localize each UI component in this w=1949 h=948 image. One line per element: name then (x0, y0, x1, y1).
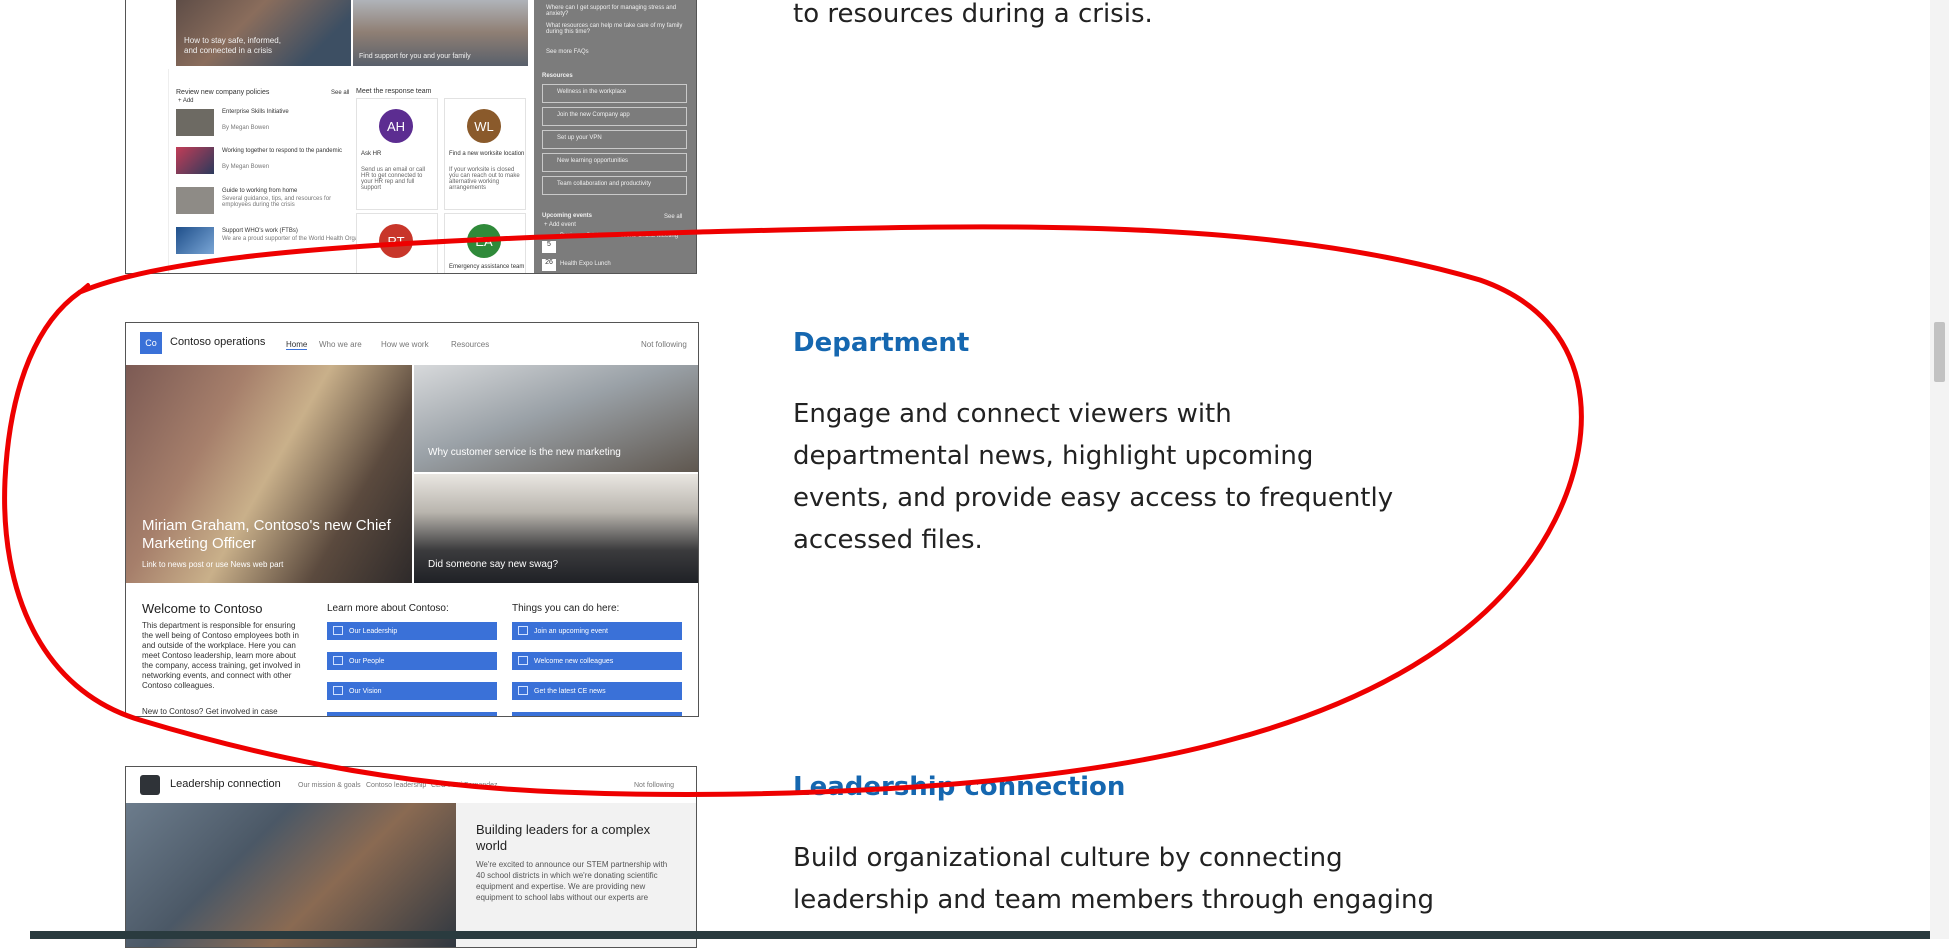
avatar: AH (379, 109, 413, 143)
nav-leadership[interactable]: Contoso leadership (366, 782, 426, 789)
news-meta: By Megan Bowen (222, 125, 270, 131)
team-card-title: Find a new worksite location (449, 151, 525, 157)
follow-toggle[interactable]: Not following (641, 340, 687, 349)
sidebar-faq[interactable]: Where can I get support for managing str… (546, 5, 686, 17)
hero-main-sub: Link to news post or use News web part (142, 560, 284, 569)
welcome-more: New to Contoso? Get involved in case (142, 707, 278, 716)
hero-main-caption-2: Marketing Officer (142, 535, 256, 552)
scrollbar-thumb[interactable] (1934, 322, 1945, 382)
news-thumb (176, 187, 214, 214)
news-meta: By Megan Bowen (222, 164, 270, 170)
sidebar-faq[interactable]: What resources can help me take care of … (546, 23, 686, 35)
welcome-text: This department is responsible for ensur… (142, 621, 301, 690)
crisis-template-thumbnail[interactable]: How to stay safe, informed, and connecte… (125, 0, 697, 274)
news-thumb (176, 227, 214, 254)
learn-heading: Learn more about Contoso: (327, 603, 449, 614)
hero-left-caption: How to stay safe, informed, and connecte… (184, 36, 281, 55)
join-event-button[interactable]: Join an upcoming event (512, 622, 682, 640)
news-thumb (176, 147, 214, 174)
nav-ceo[interactable]: CEO Patti Fernandez (431, 782, 498, 789)
leadership-feature-text: We're excited to announce our STEM partn… (476, 860, 668, 902)
news-title[interactable]: Enterprise Skills Initiative (222, 109, 289, 115)
department-description: Engage and connect viewers with departme… (793, 399, 1394, 555)
team-card-text: Send us an email or call HR to get conne… (361, 167, 426, 191)
page-scrollbar[interactable] (1930, 0, 1949, 939)
site-name: Contoso operations (170, 336, 266, 348)
resource-link[interactable]: Wellness in the workplace (542, 84, 687, 103)
nav-home[interactable]: Home (286, 340, 308, 350)
news-title[interactable]: Support WHO's work (FTBs) (222, 228, 298, 234)
event-date: 26 (542, 259, 556, 271)
hero-main-caption: Miriam Graham, Contoso's new Chief (142, 517, 391, 534)
policies-heading: Review new company policies (176, 89, 270, 96)
hero-top-right-caption: Why customer service is the new marketin… (428, 447, 621, 458)
latest-news-button[interactable]: Get the latest CE news (512, 682, 682, 700)
leadership-description-line1: Build organizational culture by connecti… (793, 843, 1343, 873)
team-card-text: If your worksite is closed you can reach… (449, 167, 520, 191)
resource-link[interactable]: New learning opportunities (542, 153, 687, 172)
hero-right-caption: Find support for you and your family (359, 53, 471, 60)
team-card-title: Ask HR (361, 151, 382, 157)
resources-heading: Resources (542, 73, 573, 79)
news-title[interactable]: Working together to respond to the pande… (222, 148, 342, 154)
our-people-button[interactable]: Our People (327, 652, 497, 670)
nav-resources[interactable]: Resources (451, 340, 489, 349)
site-logo: Co (140, 332, 162, 354)
nav-how-we-work[interactable]: How we work (381, 340, 429, 349)
news-title[interactable]: Guide to working from home (222, 188, 297, 194)
sidebar-see-more[interactable]: See more FAQs (546, 49, 589, 55)
policies-add[interactable]: + Add (178, 98, 194, 104)
team-card-hr[interactable]: AH Ask HR Send us an email or call HR to… (356, 98, 438, 210)
taskbar-edge (30, 931, 1930, 939)
team-heading: Meet the response team (356, 88, 432, 95)
resource-link[interactable]: Set up your VPN (542, 130, 687, 149)
policies-see-all[interactable]: See all (331, 90, 349, 96)
our-vision-button[interactable]: Our Vision (327, 682, 497, 700)
team-card-ea[interactable]: EA Emergency assistance team (444, 213, 526, 273)
department-template-thumbnail[interactable]: Co Contoso operations Home Who we are Ho… (125, 322, 699, 717)
events-add[interactable]: + Add event (544, 222, 576, 228)
learn-more-button-cut[interactable] (327, 712, 497, 716)
our-leadership-button[interactable]: Our Leadership (327, 622, 497, 640)
events-see-all[interactable]: See all (664, 214, 682, 220)
resource-link[interactable]: Team collaboration and productivity (542, 176, 687, 195)
crisis-description-tail: to resources during a crisis. (793, 0, 1153, 29)
welcome-colleagues-button[interactable]: Welcome new colleagues (512, 652, 682, 670)
resource-link[interactable]: Join the new Company app (542, 107, 687, 126)
things-heading: Things you can do here: (512, 603, 620, 614)
event-name[interactable]: Business Crisis Connections Online Meeti… (560, 233, 678, 239)
event-name[interactable]: Health Expo Lunch (560, 261, 611, 267)
leadership-site-name: Leadership connection (170, 778, 281, 790)
avatar: EA (467, 224, 501, 258)
avatar: RT (379, 224, 413, 258)
news-meta: Several guidance, tips, and resources fo… (222, 196, 332, 208)
leadership-description-line2: leadership and team members through enga… (793, 885, 1434, 915)
department-title[interactable]: Department (793, 328, 969, 358)
leadership-template-thumbnail[interactable]: Leadership connection Our mission & goal… (125, 766, 697, 948)
news-thumb (176, 109, 214, 136)
leadership-logo-icon (140, 775, 160, 795)
nav-mission[interactable]: Our mission & goals (298, 782, 361, 789)
event-date: 5 (542, 241, 556, 253)
crisis-sidebar: Where can I get support for managing str… (534, 0, 696, 273)
things-button-cut[interactable] (512, 712, 682, 716)
leadership-title[interactable]: Leadership connection (793, 772, 1125, 802)
team-card-rt[interactable]: RT (356, 213, 438, 273)
leadership-hero-image[interactable] (126, 803, 456, 947)
leadership-feature-title[interactable]: Building leaders for a complex world (476, 822, 676, 854)
welcome-heading: Welcome to Contoso (142, 601, 263, 616)
leadership-follow[interactable]: Not following (634, 782, 674, 789)
hero-image-left (176, 0, 351, 66)
avatar: WL (467, 109, 501, 143)
team-card-title: Emergency assistance team (449, 264, 525, 270)
hero-bottom-right-caption: Did someone say new swag? (428, 559, 559, 570)
team-card-worksite[interactable]: WL Find a new worksite location If your … (444, 98, 526, 210)
events-heading: Upcoming events (542, 213, 593, 219)
nav-who-we-are[interactable]: Who we are (319, 340, 362, 349)
